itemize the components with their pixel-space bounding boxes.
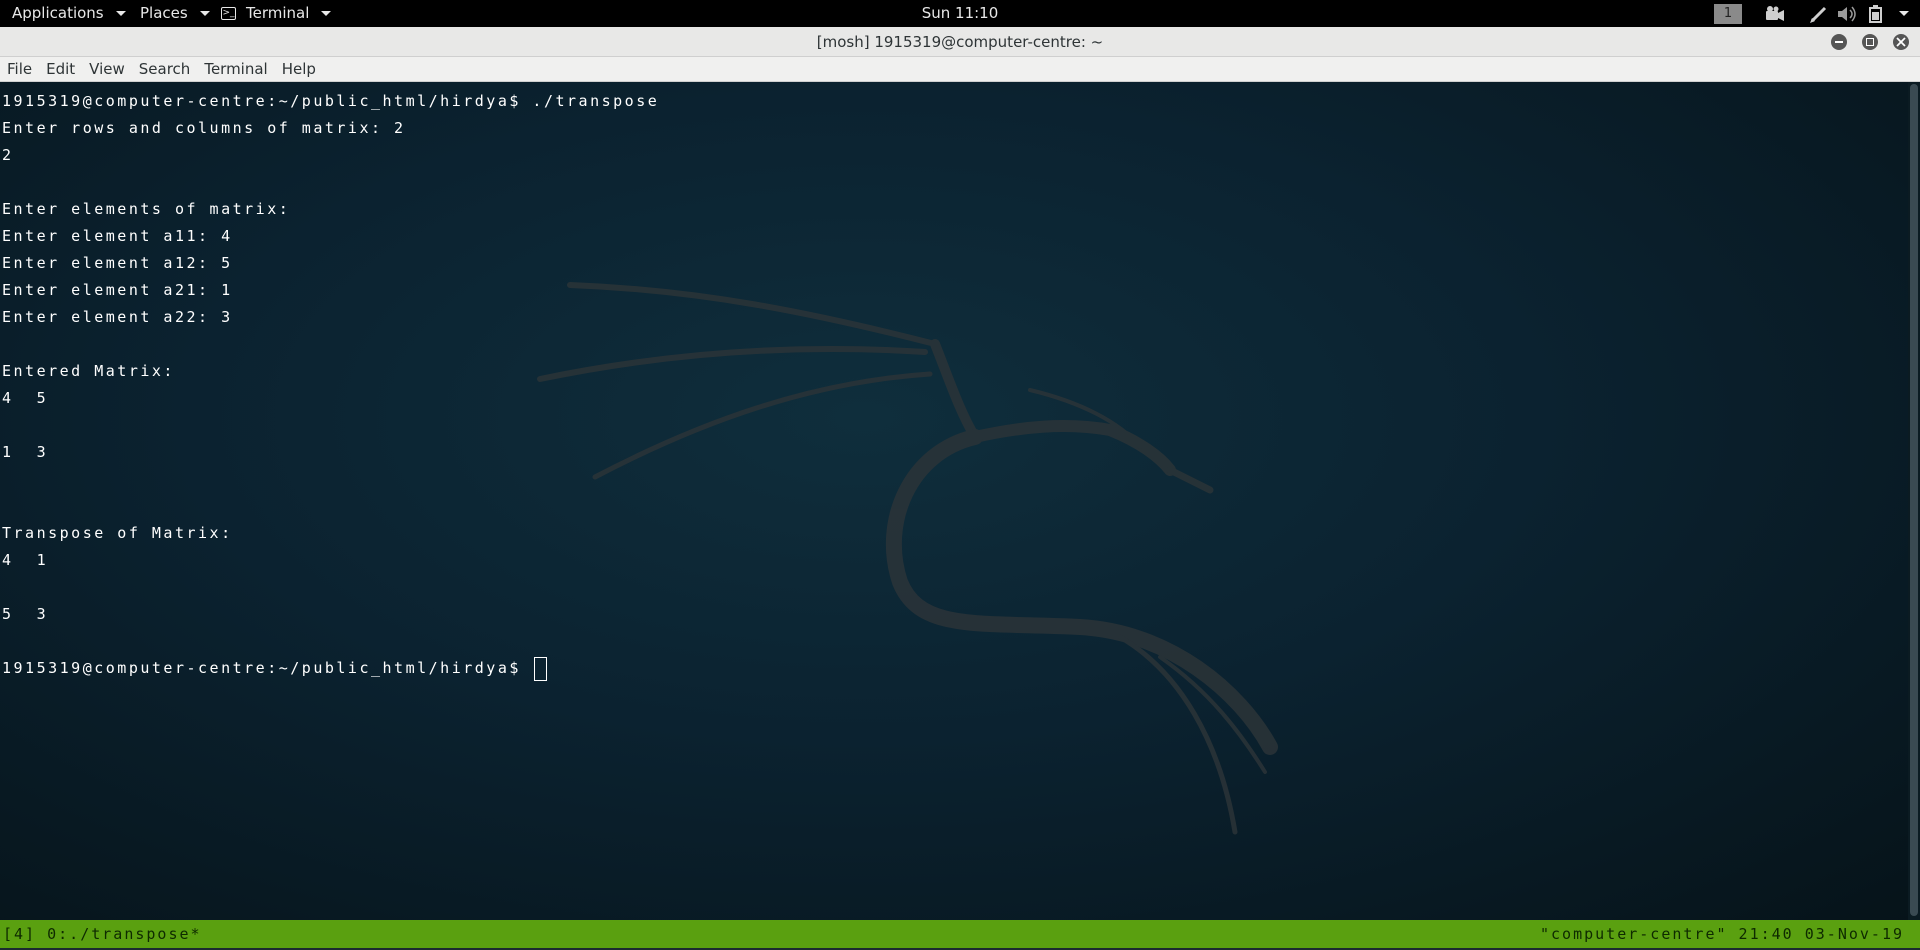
scrollbar-thumb[interactable] [1910, 84, 1918, 916]
window-titlebar[interactable]: [mosh] 1915319@computer-centre: ~ [0, 27, 1920, 57]
terminal-scrollbar[interactable] [1908, 82, 1920, 920]
top-panel: Applications Places >_ Terminal Sun 11:10… [0, 0, 1920, 27]
chevron-down-icon [115, 11, 126, 16]
terminal-line: 2 [2, 146, 14, 164]
terminal-line: Transpose of Matrix: [2, 524, 233, 542]
text-cursor [534, 656, 548, 681]
terminal-line: 1 3 [2, 443, 49, 461]
terminal-line: Enter rows and columns of matrix: 2 [2, 119, 406, 137]
clock[interactable]: Sun 11:10 [922, 4, 999, 22]
terminal-prompt: 1915319@computer-centre:~/public_html/hi… [2, 659, 533, 677]
terminal-app-label: Terminal [246, 4, 310, 22]
tmux-status-bar: [4] 0:./transpose* "computer-centre" 21:… [0, 920, 1920, 948]
chevron-down-icon[interactable] [1899, 11, 1909, 16]
terminal-area[interactable]: 1915319@computer-centre:~/public_html/hi… [0, 82, 1920, 920]
volume-icon[interactable] [1836, 4, 1858, 24]
applications-label: Applications [12, 4, 104, 22]
window-title: [mosh] 1915319@computer-centre: ~ [816, 33, 1104, 51]
terminal-line: 1915319@computer-centre:~/public_html/hi… [2, 92, 660, 110]
menu-file[interactable]: File [0, 57, 39, 82]
places-label: Places [140, 4, 188, 22]
terminal-app-menu[interactable]: >_ Terminal [221, 0, 332, 27]
workspace-indicator[interactable]: 1 [1714, 4, 1742, 24]
close-button[interactable] [1893, 34, 1909, 50]
camera-icon[interactable] [1764, 4, 1786, 24]
battery-icon[interactable] [1866, 4, 1888, 24]
minimize-icon [1835, 41, 1843, 43]
menu-search[interactable]: Search [132, 57, 198, 82]
menu-view[interactable]: View [82, 57, 132, 82]
terminal-line: Enter elements of matrix: [2, 200, 291, 218]
terminal-line: Enter element a21: 1 [2, 281, 233, 299]
chevron-down-icon [199, 11, 210, 16]
terminal-line: Entered Matrix: [2, 362, 175, 380]
terminal-line: 4 1 [2, 551, 49, 569]
menu-terminal[interactable]: Terminal [197, 57, 274, 82]
close-icon [1896, 37, 1906, 47]
status-left: [4] 0:./transpose* [3, 925, 202, 943]
minimize-button[interactable] [1831, 34, 1847, 50]
terminal-line: Enter element a22: 3 [2, 308, 233, 326]
menubar: File Edit View Search Terminal Help [0, 57, 1920, 82]
chevron-down-icon [321, 11, 332, 16]
terminal-output: 1915319@computer-centre:~/public_html/hi… [2, 88, 659, 682]
maximize-button[interactable] [1862, 34, 1878, 50]
menu-help[interactable]: Help [275, 57, 323, 82]
applications-menu[interactable]: Applications [12, 0, 126, 27]
terminal-icon: >_ [221, 7, 236, 20]
places-menu[interactable]: Places [140, 0, 210, 27]
terminal-line: 5 3 [2, 605, 49, 623]
menu-edit[interactable]: Edit [39, 57, 82, 82]
terminal-line: Enter element a12: 5 [2, 254, 233, 272]
terminal-line: 4 5 [2, 389, 49, 407]
pen-icon[interactable] [1808, 4, 1830, 24]
terminal-prompt-line[interactable]: 1915319@computer-centre:~/public_html/hi… [2, 655, 659, 682]
terminal-line: Enter element a11: 4 [2, 227, 233, 245]
status-right: "computer-centre" 21:40 03-Nov-19 [1539, 925, 1904, 943]
maximize-icon [1866, 38, 1874, 46]
